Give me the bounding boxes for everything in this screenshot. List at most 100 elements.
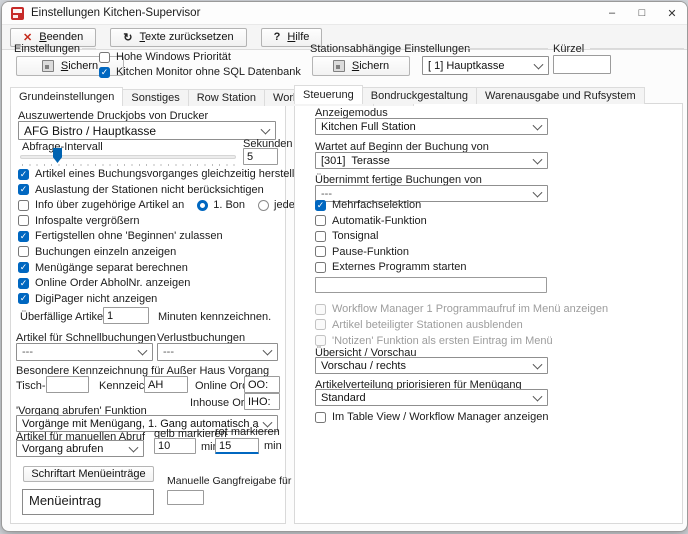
station-combobox[interactable]: [ 1] Hauptkasse xyxy=(422,56,549,75)
close-button[interactable]: ✕ xyxy=(657,2,687,24)
checkbox-row[interactable]: Buchungen einzeln anzeigen xyxy=(18,246,286,258)
checkbox[interactable] xyxy=(315,231,326,242)
checkbox[interactable] xyxy=(315,262,326,273)
checkbox-row[interactable]: ✓Online Order AbholNr. anzeigen xyxy=(18,277,286,289)
checkbox[interactable] xyxy=(18,215,29,226)
checkbox[interactable] xyxy=(18,200,29,211)
inhouse-order-input[interactable] xyxy=(244,393,280,410)
verlustbuchungen-combobox[interactable]: --- xyxy=(157,343,278,361)
uebersicht-combobox[interactable]: Vorschau / rechts xyxy=(315,357,548,374)
close-x-icon: ✕ xyxy=(23,31,32,44)
tisch-nr-input[interactable] xyxy=(46,376,89,393)
checkbox-row[interactable]: Pause-Funktion xyxy=(315,246,565,258)
manueller-abruf-combobox[interactable]: Vorgang abrufen xyxy=(16,440,144,457)
hohe-prioritaet-checkbox-wrap: Hohe Windows Priorität xyxy=(99,51,231,67)
checkbox-row[interactable]: Automatik-Funktion xyxy=(315,215,565,227)
hilfe-label: Hilfe xyxy=(287,31,309,43)
tab-warenausgabe-und-rufsystem[interactable]: Warenausgabe und Rufsystem xyxy=(476,87,645,104)
checkbox-row[interactable]: ✓DigiPager nicht anzeigen xyxy=(18,293,286,305)
checkbox-row[interactable]: ✓ Kitchen Monitor ohne SQL Datenbank xyxy=(99,66,301,78)
checkbox-row[interactable]: Tonsignal xyxy=(315,230,565,242)
tab-row-station[interactable]: Row Station xyxy=(188,89,265,106)
checkbox[interactable] xyxy=(315,246,326,257)
schnellbuchungen-combobox[interactable]: --- xyxy=(16,343,153,361)
radio-button[interactable] xyxy=(258,200,269,211)
checkbox-label: Kitchen Monitor ohne SQL Datenbank xyxy=(116,66,301,78)
checkbox-row[interactable]: Externes Programm starten xyxy=(315,261,565,273)
kennzeichen-input[interactable] xyxy=(144,376,188,393)
checkbox-row: Workflow Manager 1 Programmaufruf im Men… xyxy=(315,303,565,315)
checkbox-row[interactable]: Im Table View / Workflow Manager anzeige… xyxy=(315,411,548,423)
online-order-input[interactable] xyxy=(244,376,280,393)
chevron-down-icon xyxy=(534,59,544,69)
settings-window: Einstellungen Kitchen-Supervisor – □ ✕ ✕… xyxy=(1,1,688,532)
sichern-button-right[interactable]: Sichern xyxy=(312,56,410,76)
checkbox[interactable]: ✓ xyxy=(18,293,29,304)
checkbox-row[interactable]: Hohe Windows Priorität xyxy=(99,51,231,63)
kuerzel-input[interactable] xyxy=(553,55,611,74)
ueberfaellige-minuten-input[interactable] xyxy=(103,307,149,324)
radio-button[interactable] xyxy=(197,200,208,211)
chevron-down-icon xyxy=(129,442,139,452)
checkbox-label: Fertigstellen ohne 'Beginnen' zulassen xyxy=(35,230,223,242)
gangfreigabe-input[interactable] xyxy=(167,490,204,505)
help-icon: ? xyxy=(274,31,281,43)
artikelverteilung-combobox[interactable]: Standard xyxy=(315,389,548,406)
externes-programm-input[interactable] xyxy=(315,277,547,293)
minimize-button[interactable]: – xyxy=(597,2,627,24)
anzeigemodus-combobox[interactable]: Kitchen Full Station xyxy=(315,118,548,135)
einstellungen-group-label: Einstellungen xyxy=(14,43,80,55)
checkbox[interactable]: ✓ xyxy=(18,278,29,289)
checkbox-row[interactable]: ✓Artikel eines Buchungsvorganges gleichz… xyxy=(18,168,286,180)
chevron-down-icon xyxy=(261,124,271,134)
slider-ticks xyxy=(22,164,235,166)
texte-zuruecksetzen-button[interactable]: ↻ Texte zurücksetzen xyxy=(110,28,246,47)
radio-label: 1. Bon xyxy=(213,199,245,211)
checkbox[interactable]: ✓ xyxy=(18,184,29,195)
kitchen-monitor-checkbox-wrap: ✓ Kitchen Monitor ohne SQL Datenbank xyxy=(99,66,301,82)
checkbox[interactable]: ✓ xyxy=(18,231,29,242)
checkbox xyxy=(315,304,326,315)
sekunden-input[interactable] xyxy=(243,148,278,165)
checkbox-row[interactable]: ✓Menügänge separat berechnen xyxy=(18,262,286,274)
reset-icon: ↻ xyxy=(123,31,132,44)
checkbox-row[interactable]: Info über zugehörige Artikel an1. Bonjed… xyxy=(18,199,286,211)
abfrage-intervall-slider[interactable] xyxy=(20,155,236,159)
wartet-combobox[interactable]: [301] Terasse xyxy=(315,152,548,169)
chevron-down-icon xyxy=(138,346,148,356)
checkbox[interactable] xyxy=(315,412,326,423)
checkbox-label: Externes Programm starten xyxy=(332,261,467,273)
checkbox-label: Im Table View / Workflow Manager anzeige… xyxy=(332,411,548,423)
checkbox[interactable]: ✓ xyxy=(99,67,110,78)
save-disk-icon xyxy=(333,60,345,72)
gelb-markieren-input[interactable] xyxy=(154,438,196,454)
checkbox-row[interactable]: ✓ Fertigstellen ohne 'Beginnen' zulassen xyxy=(18,230,286,242)
checkbox-row[interactable]: ✓Auslastung der Stationen nicht berücksi… xyxy=(18,184,286,196)
left-checklist: ✓Artikel eines Buchungsvorganges gleichz… xyxy=(18,168,286,308)
ueberfaellig-label-post: Minuten kennzeichnen. xyxy=(158,311,271,323)
rot-markieren-input[interactable] xyxy=(215,438,259,454)
schriftart-button[interactable]: Schriftart Menüeinträge xyxy=(23,466,154,482)
tab-grundeinstellungen[interactable]: Grundeinstellungen xyxy=(10,87,123,106)
tab-steuerung[interactable]: Steuerung xyxy=(294,85,363,104)
tab-sonstiges[interactable]: Sonstiges xyxy=(122,89,188,106)
rot-markieren-label: rot markieren xyxy=(215,426,280,438)
maximize-button[interactable]: □ xyxy=(627,2,657,24)
druckjobs-combobox[interactable]: AFG Bistro / Hauptkasse xyxy=(18,121,276,140)
checkbox[interactable]: ✓ xyxy=(18,169,29,180)
externes-programm-field-row xyxy=(315,277,547,293)
checkbox-row: 'Notizen' Funktion als ersten Eintrag im… xyxy=(315,335,565,347)
checkbox-row[interactable]: Infospalte vergrößern xyxy=(18,215,286,227)
chevron-down-icon xyxy=(533,120,543,130)
checkbox[interactable] xyxy=(99,52,110,63)
checkbox-row[interactable]: ✓Mehrfachselektion xyxy=(315,199,565,211)
tab-bondruckgestaltung[interactable]: Bondruckgestaltung xyxy=(362,87,477,104)
checkbox[interactable]: ✓ xyxy=(315,200,326,211)
right-tab-strip: SteuerungBondruckgestaltungWarenausgabe … xyxy=(294,85,644,104)
checkbox xyxy=(315,319,326,330)
checkbox[interactable] xyxy=(18,246,29,257)
app-icon xyxy=(11,7,24,20)
checkbox[interactable] xyxy=(315,215,326,226)
checkbox[interactable]: ✓ xyxy=(18,262,29,273)
title-bar: Einstellungen Kitchen-Supervisor – □ ✕ xyxy=(2,2,687,24)
